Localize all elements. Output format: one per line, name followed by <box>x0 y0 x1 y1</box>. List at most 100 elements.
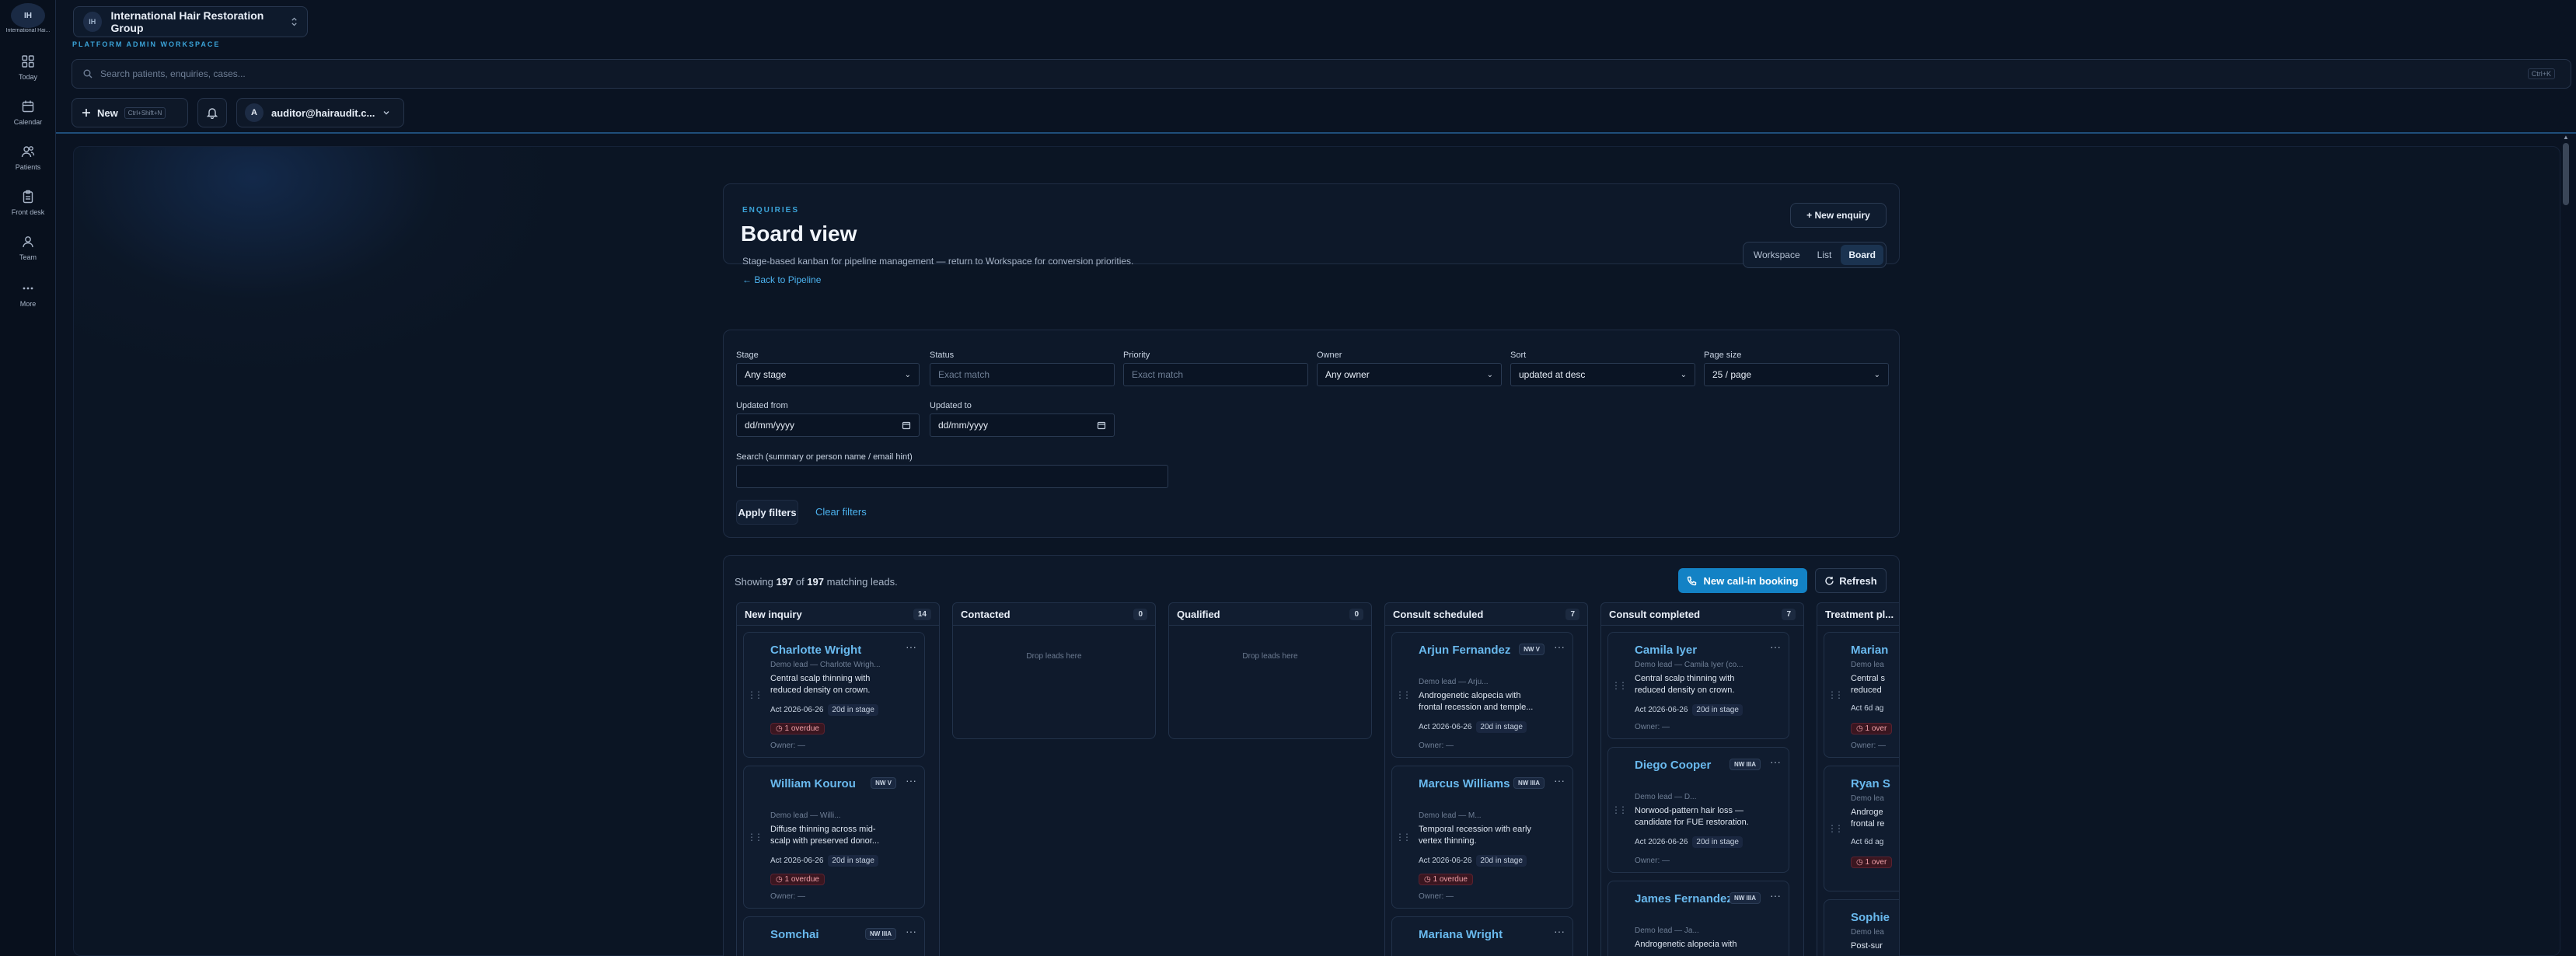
lead-card[interactable]: ⋮⋮ Marcus Williams NW IIIA ··· Demo lead… <box>1391 766 1573 909</box>
global-search-input[interactable]: Search patients, enquiries, cases... Ctr… <box>72 59 2571 89</box>
lead-name[interactable]: Sophie <box>1851 909 1899 926</box>
lead-card[interactable]: ⋮⋮ Arjun Fernandez NW V ··· Demo lead — … <box>1391 632 1573 758</box>
new-enquiry-button[interactable]: + New enquiry <box>1790 203 1887 228</box>
lead-card[interactable]: James Fernandez NW IIIA ··· Demo lead — … <box>1607 881 1789 956</box>
nav-patients[interactable]: Patients <box>0 145 56 171</box>
nav-calendar[interactable]: Calendar <box>0 99 56 126</box>
new-call-in-booking-button[interactable]: New call-in booking <box>1678 568 1807 593</box>
lead-card[interactable]: Mariana Wright ··· <box>1391 916 1573 956</box>
new-button[interactable]: New Ctrl+Shift+N <box>72 98 188 127</box>
drag-handle-icon[interactable]: ⋮⋮ <box>1827 766 1844 891</box>
norwood-badge: NW IIIA <box>1730 892 1761 904</box>
lead-owner: Owner: — <box>1419 741 1454 750</box>
norwood-badge: NW V <box>871 777 896 789</box>
scrollbar-thumb[interactable] <box>2563 143 2569 205</box>
view-tab-workspace[interactable]: Workspace <box>1746 245 1808 265</box>
calendar-icon[interactable] <box>1097 420 1106 430</box>
results-prefix: Showing <box>735 576 773 588</box>
drag-handle-icon[interactable]: ⋮⋮ <box>1827 633 1844 757</box>
drag-handle-icon[interactable]: ⋮⋮ <box>747 766 763 908</box>
nav-more[interactable]: More <box>0 281 56 308</box>
lead-card[interactable]: ⋮⋮ Diego Cooper NW IIIA ··· Demo lead — … <box>1607 747 1789 873</box>
search-icon <box>83 69 92 79</box>
search-filter-input[interactable] <box>736 465 1168 488</box>
status-input[interactable]: Exact match <box>930 363 1115 386</box>
nav-front-desk[interactable]: Front desk <box>0 190 56 216</box>
lead-meta: Demo lea <box>1851 928 1884 937</box>
nav-today[interactable]: Today <box>0 54 56 81</box>
lead-name[interactable]: Marcus Williams <box>1419 776 1520 793</box>
lead-card[interactable]: ⋮⋮ Marian Demo lea Central s reduced Act… <box>1824 632 1899 758</box>
more-icon[interactable]: ··· <box>1554 925 1565 937</box>
drag-handle-icon[interactable]: ⋮⋮ <box>1395 766 1412 908</box>
activity-date: Act 2026-06-26 <box>770 857 824 865</box>
view-tab-board[interactable]: Board <box>1841 245 1883 265</box>
back-to-pipeline-link[interactable]: ← Back to Pipeline <box>742 274 821 285</box>
chevron-down-icon: ⌄ <box>1873 370 1880 379</box>
refresh-button[interactable]: Refresh <box>1815 568 1887 593</box>
drop-zone[interactable]: Drop leads here <box>952 626 1156 739</box>
norwood-badge: NW IIIA <box>1513 777 1545 789</box>
column-title: Qualified <box>1177 608 1220 620</box>
lead-name[interactable]: Ryan S <box>1851 776 1899 793</box>
lead-name[interactable]: Diego Cooper <box>1635 757 1736 774</box>
more-icon[interactable]: ··· <box>906 774 916 787</box>
more-icon[interactable]: ··· <box>906 640 916 653</box>
apply-filters-button[interactable]: Apply filters <box>736 500 798 525</box>
drag-handle-icon[interactable]: ⋮⋮ <box>747 633 763 757</box>
lead-name[interactable]: James Fernandez <box>1635 891 1736 908</box>
lead-name[interactable]: Marian <box>1851 642 1899 659</box>
lead-description: Central s reduced <box>1851 674 1886 695</box>
lead-chips: Act 2026-06-26 20d in stage <box>1635 836 1743 848</box>
lead-card[interactable]: Sophie Demo lea Post-sur <box>1824 899 1899 956</box>
lead-card[interactable]: ⋮⋮ Charlotte Wright ··· Demo lead — Char… <box>743 632 925 758</box>
sort-select[interactable]: updated at desc ⌄ <box>1510 363 1695 386</box>
more-icon[interactable]: ··· <box>906 925 916 937</box>
lead-name[interactable]: Arjun Fernandez <box>1419 642 1520 659</box>
clock-icon: ◷ <box>1856 724 1863 733</box>
scroll-up-icon[interactable]: ▲ <box>2562 134 2570 141</box>
more-icon[interactable]: ··· <box>1770 889 1781 902</box>
lead-card[interactable]: ⋮⋮ William Kourou NW V ··· Demo lead — W… <box>743 766 925 909</box>
lead-description: Post-sur <box>1851 941 1883 951</box>
sort-value: updated at desc <box>1519 369 1586 380</box>
stage-age-badge: 20d in stage <box>1692 704 1743 716</box>
view-tab-list[interactable]: List <box>1810 245 1840 265</box>
status-placeholder: Exact match <box>938 369 990 380</box>
lead-name[interactable]: Camila Iyer <box>1635 642 1736 659</box>
page-size-select[interactable]: 25 / page ⌄ <box>1704 363 1889 386</box>
lead-card[interactable]: Somchai NW IIIA ··· <box>743 916 925 956</box>
nav-team[interactable]: Team <box>0 235 56 261</box>
updated-from-input[interactable]: dd/mm/yyyy <box>736 413 920 437</box>
column-count: 0 <box>1349 608 1363 620</box>
column-new-inquiry: New inquiry 14 ⋮⋮ Charlotte Wright ··· De… <box>736 602 940 956</box>
more-icon[interactable]: ··· <box>1770 755 1781 768</box>
drop-zone[interactable]: Drop leads here <box>1168 626 1372 739</box>
page-scrollbar[interactable]: ▲ <box>2562 134 2570 956</box>
drag-handle-icon[interactable]: ⋮⋮ <box>1611 633 1628 738</box>
updated-to-input[interactable]: dd/mm/yyyy <box>930 413 1115 437</box>
org-avatar[interactable]: IH <box>11 3 45 28</box>
chevron-down-icon <box>383 111 389 115</box>
user-menu[interactable]: A auditor@hairaudit.c... <box>236 98 404 127</box>
lead-name[interactable]: Somchai <box>770 926 871 944</box>
org-switcher[interactable]: IH International Hair Restoration Group <box>73 6 308 37</box>
lead-name[interactable]: Mariana Wright <box>1419 926 1551 944</box>
owner-select[interactable]: Any owner ⌄ <box>1317 363 1502 386</box>
stage-age-badge: 20d in stage <box>1692 836 1743 848</box>
lead-name[interactable]: Charlotte Wright <box>770 642 871 659</box>
stage-select[interactable]: Any stage ⌄ <box>736 363 920 386</box>
lead-card[interactable]: ⋮⋮ Ryan S Demo lea Androge frontal re Ac… <box>1824 766 1899 891</box>
drag-handle-icon[interactable]: ⋮⋮ <box>1395 633 1412 757</box>
priority-input[interactable]: Exact match <box>1123 363 1308 386</box>
notifications-button[interactable] <box>197 98 227 127</box>
drag-handle-icon[interactable]: ⋮⋮ <box>1611 748 1628 872</box>
more-icon[interactable]: ··· <box>1554 774 1565 787</box>
more-icon[interactable]: ··· <box>1554 640 1565 653</box>
lead-name[interactable]: William Kourou <box>770 776 871 793</box>
calendar-icon[interactable] <box>902 420 911 430</box>
lead-meta: Demo lead — Ja... <box>1635 926 1699 935</box>
clear-filters-link[interactable]: Clear filters <box>815 506 867 518</box>
lead-card[interactable]: ⋮⋮ Camila Iyer ··· Demo lead — Camila Iy… <box>1607 632 1789 739</box>
more-icon[interactable]: ··· <box>1770 640 1781 653</box>
